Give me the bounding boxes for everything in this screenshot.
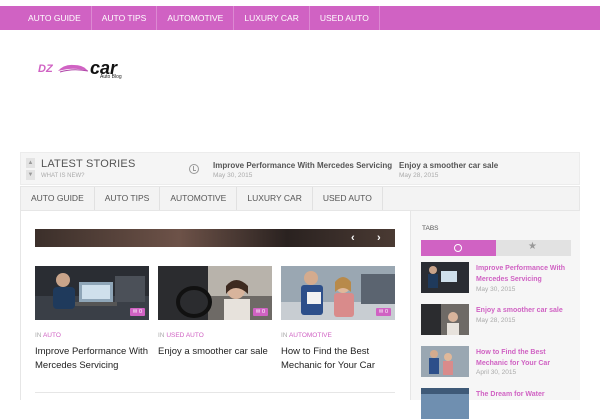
ticker-arrows: ▲ ▼ bbox=[26, 158, 35, 180]
mechanic-laptop-image bbox=[421, 262, 469, 293]
article-title[interactable]: Improve Performance With Mercedes Servic… bbox=[35, 345, 149, 372]
article-card[interactable]: ✉ 0 IN AUTOMOTIVE How to Find the Best M… bbox=[281, 266, 395, 372]
main-nav-auto-guide[interactable]: AUTO GUIDE bbox=[21, 187, 95, 210]
main-nav-auto-tips[interactable]: AUTO TIPS bbox=[95, 187, 161, 210]
main-nav-used-auto[interactable]: USED AUTO bbox=[313, 187, 383, 210]
article-category: IN AUTOMOTIVE bbox=[281, 332, 332, 339]
article-title[interactable]: How to Find the Best Mechanic for Your C… bbox=[281, 345, 395, 372]
sidebar-post-date: May 28, 2015 bbox=[476, 317, 516, 324]
comment-count-badge[interactable]: ✉ 0 bbox=[129, 308, 145, 316]
tab-popular[interactable]: ★ bbox=[496, 240, 571, 256]
article-category: IN AUTO bbox=[35, 332, 61, 339]
water-image bbox=[421, 388, 469, 419]
main-nav-luxury-car[interactable]: LUXURY CAR bbox=[237, 187, 313, 210]
main-nav-automotive[interactable]: AUTOMOTIVE bbox=[160, 187, 238, 210]
article-card[interactable]: ✉ 0 IN USED AUTO Enjoy a smoother car sa… bbox=[158, 266, 272, 359]
top-nav-auto-guide[interactable]: AUTO GUIDE bbox=[0, 6, 92, 30]
sidebar-post-title[interactable]: How to Find the Best Mechanic for Your C… bbox=[476, 347, 571, 369]
article-thumbnail[interactable]: ✉ 0 bbox=[158, 266, 272, 320]
site-logo[interactable]: DZ car Auto Blog bbox=[38, 58, 154, 82]
comment-count-badge[interactable]: ✉ 0 bbox=[252, 308, 268, 316]
clock-icon bbox=[454, 244, 462, 252]
latest-story-title[interactable]: Improve Performance With Mercedes Servic… bbox=[213, 161, 392, 170]
article-thumbnail[interactable]: ✉ 0 bbox=[281, 266, 395, 320]
tab-recent[interactable] bbox=[421, 240, 496, 256]
sidebar-post-title[interactable]: Enjoy a smoother car sale bbox=[476, 305, 571, 316]
sidebar-post-date: April 30, 2015 bbox=[476, 369, 517, 376]
car-logo-icon: DZ car bbox=[38, 58, 118, 78]
latest-stories-bar: ▲ ▼ LATEST STORIES WHAT IS NEW? Improve … bbox=[20, 152, 580, 185]
latest-story-date: May 30, 2015 bbox=[213, 172, 253, 179]
svg-text:DZ: DZ bbox=[38, 63, 54, 75]
comment-count-badge[interactable]: ✉ 0 bbox=[375, 308, 391, 316]
article-title[interactable]: Enjoy a smoother car sale bbox=[158, 345, 272, 359]
hero-slider[interactable]: ‹ › bbox=[35, 229, 395, 247]
sidebar-post-date: May 30, 2015 bbox=[476, 286, 516, 293]
category-link[interactable]: AUTO bbox=[43, 332, 61, 339]
category-link[interactable]: USED AUTO bbox=[166, 332, 203, 339]
sidebar-post-title[interactable]: The Dream for Water bbox=[476, 389, 571, 400]
logo-tagline: Auto Blog bbox=[100, 74, 122, 80]
latest-story-date: May 28, 2015 bbox=[399, 172, 439, 179]
sidebar-post-thumbnail[interactable] bbox=[421, 388, 469, 419]
chevron-up-icon[interactable]: ▲ bbox=[26, 158, 35, 168]
star-icon: ★ bbox=[528, 241, 537, 252]
woman-driving-image bbox=[421, 304, 469, 335]
sidebar-post-thumbnail[interactable] bbox=[421, 304, 469, 335]
slider-prev-icon[interactable]: ‹ bbox=[351, 232, 355, 244]
slider-next-icon[interactable]: › bbox=[377, 232, 381, 244]
content-divider bbox=[35, 392, 395, 393]
sidebar-post-thumbnail[interactable] bbox=[421, 346, 469, 377]
top-nav-automotive[interactable]: AUTOMOTIVE bbox=[157, 6, 235, 30]
main-nav: AUTO GUIDE AUTO TIPS AUTOMOTIVE LUXURY C… bbox=[20, 186, 580, 211]
latest-stories-title: LATEST STORIES bbox=[41, 158, 136, 170]
top-nav: AUTO GUIDE AUTO TIPS AUTOMOTIVE LUXURY C… bbox=[0, 6, 600, 30]
sidebar-tabs-label: TABS bbox=[422, 225, 439, 232]
clock-icon bbox=[189, 164, 199, 174]
latest-stories-subtitle: WHAT IS NEW? bbox=[41, 173, 85, 179]
category-link[interactable]: AUTOMOTIVE bbox=[289, 332, 332, 339]
sidebar: TABS ★ Improve Performance With Mercedes… bbox=[410, 211, 580, 419]
chevron-down-icon[interactable]: ▼ bbox=[26, 170, 35, 180]
article-card[interactable]: ✉ 0 IN AUTO Improve Performance With Mer… bbox=[35, 266, 149, 372]
top-nav-luxury-car[interactable]: LUXURY CAR bbox=[234, 6, 310, 30]
sidebar-post-title[interactable]: Improve Performance With Mercedes Servic… bbox=[476, 263, 571, 285]
top-nav-used-auto[interactable]: USED AUTO bbox=[310, 6, 380, 30]
article-category: IN USED AUTO bbox=[158, 332, 204, 339]
article-thumbnail[interactable]: ✉ 0 bbox=[35, 266, 149, 320]
top-nav-auto-tips[interactable]: AUTO TIPS bbox=[92, 6, 158, 30]
sidebar-post-thumbnail[interactable] bbox=[421, 262, 469, 293]
sidebar-tabs: ★ bbox=[421, 240, 571, 256]
mechanic-customer-image bbox=[421, 346, 469, 377]
latest-story-title[interactable]: Enjoy a smoother car sale bbox=[399, 161, 498, 170]
